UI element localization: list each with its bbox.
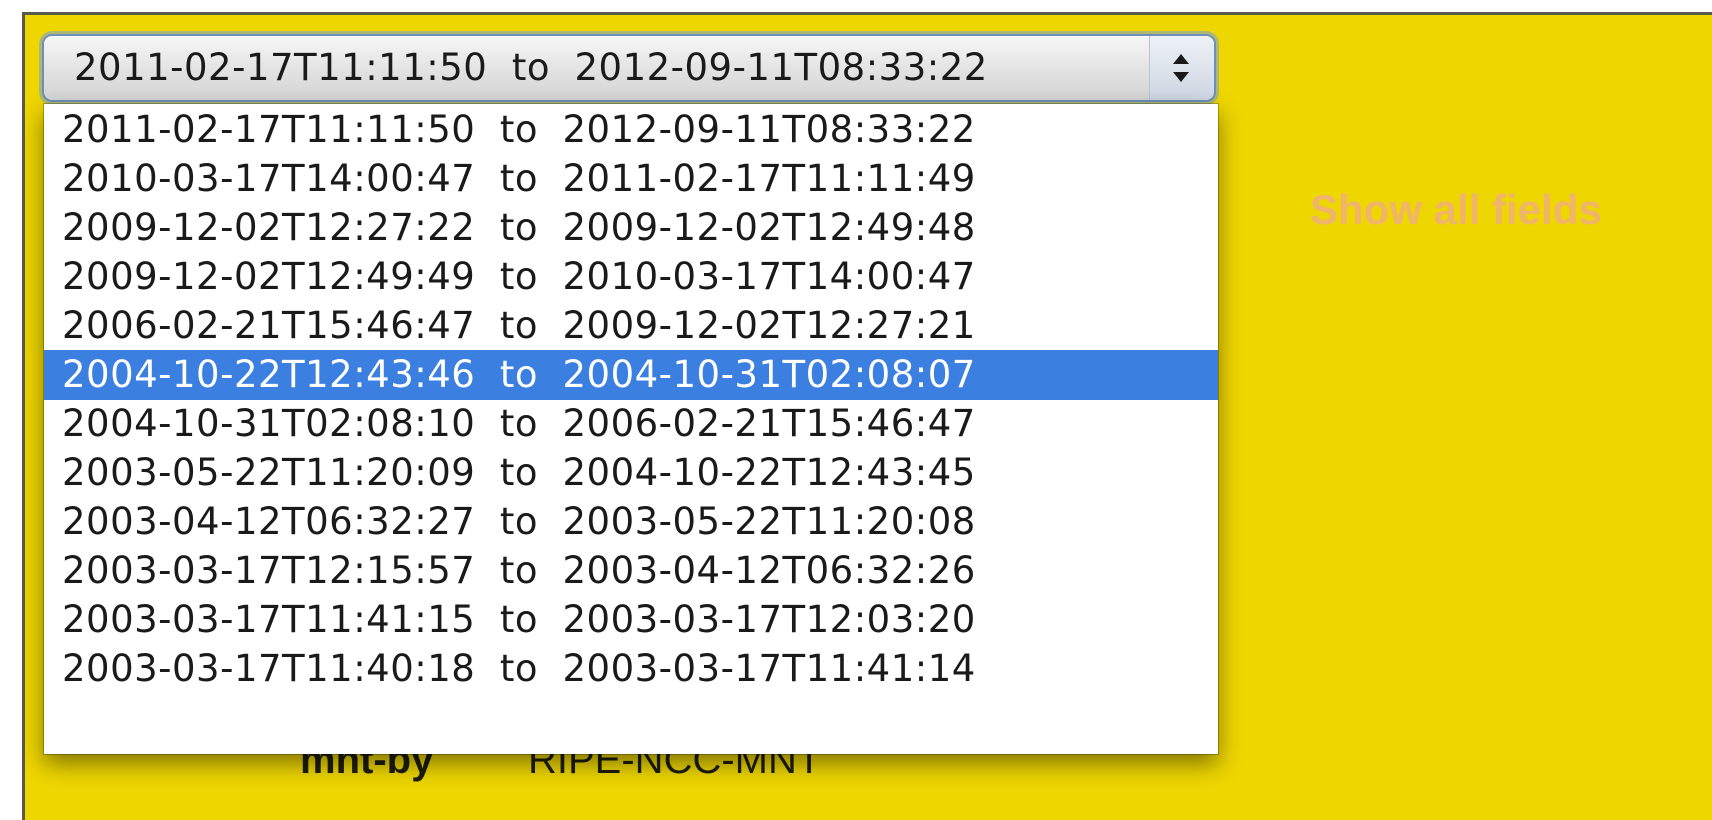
dropdown-list: 2011-02-17T11:11:50 to 2012-09-11T08:33:…: [44, 104, 1218, 754]
dropdown-option[interactable]: 2009-12-02T12:27:22 to 2009-12-02T12:49:…: [44, 203, 1218, 253]
dropdown-option[interactable]: 2011-02-17T11:11:50 to 2012-09-11T08:33:…: [44, 105, 1218, 155]
dropdown-option[interactable]: 2004-10-31T02:08:10 to 2006-02-21T15:46:…: [44, 399, 1218, 449]
dropdown-option[interactable]: 2010-03-17T14:00:47 to 2011-02-17T11:11:…: [44, 154, 1218, 204]
up-down-chevron-icon[interactable]: [1149, 36, 1214, 100]
dropdown-option[interactable]: 2003-03-17T11:40:18 to 2003-03-17T11:41:…: [44, 644, 1218, 694]
dropdown-option[interactable]: 2006-02-21T15:46:47 to 2009-12-02T12:27:…: [44, 301, 1218, 351]
dropdown-option[interactable]: 2003-04-12T06:32:27 to 2003-05-22T11:20:…: [44, 497, 1218, 547]
dropdown-option[interactable]: 2003-05-22T11:20:09 to 2004-10-22T12:43:…: [44, 448, 1218, 498]
dropdown-option[interactable]: 2004-10-22T12:43:46 to 2004-10-31T02:08:…: [44, 350, 1218, 400]
version-range-select[interactable]: 2011-02-17T11:11:50 to 2012-09-11T08:33:…: [42, 34, 1216, 102]
dropdown-option[interactable]: 2003-03-17T11:41:15 to 2003-03-17T12:03:…: [44, 595, 1218, 645]
dropdown-option[interactable]: 2003-03-17T12:15:57 to 2003-04-12T06:32:…: [44, 546, 1218, 596]
select-current-value: 2011-02-17T11:11:50 to 2012-09-11T08:33:…: [74, 46, 988, 89]
show-all-fields-link[interactable]: Show all fields: [1310, 186, 1602, 234]
page: Show all fields entre mnt-by RIPE-NCC-MN…: [0, 0, 1712, 820]
dropdown-option[interactable]: 2009-12-02T12:49:49 to 2010-03-17T14:00:…: [44, 252, 1218, 302]
